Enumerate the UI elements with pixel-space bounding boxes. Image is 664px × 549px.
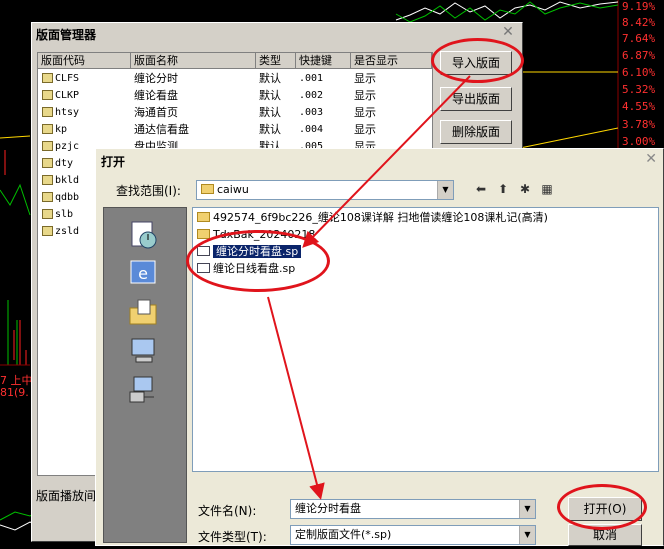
recent-icon[interactable] xyxy=(126,218,160,252)
table-row[interactable]: kp 通达信看盘 默认 .004 显示 xyxy=(38,121,432,138)
table-cell: 缠论看盘 xyxy=(134,89,178,102)
list-item[interactable]: 492574_6f9bc226_缠论108课详解 扫地僧读缠论108课札记(高清… xyxy=(197,210,548,226)
dialog-title: 版面管理器 xyxy=(36,28,97,42)
table-cell: 默认 xyxy=(259,72,281,85)
table-cell: 显示 xyxy=(354,89,376,102)
folder-icon xyxy=(201,184,214,194)
percent-label: 9.19% xyxy=(622,0,656,13)
column-header[interactable]: 类型 xyxy=(256,53,296,69)
table-cell: 显示 xyxy=(354,72,376,85)
column-header[interactable]: 是否显示 xyxy=(351,53,432,69)
dialog-title: 打开 xyxy=(101,155,126,169)
filename-input[interactable]: 缠论分时看盘 ▼ xyxy=(290,499,536,519)
percent-label: 5.32% xyxy=(622,83,656,96)
percent-label: 8.42% xyxy=(622,16,656,29)
chevron-down-icon[interactable]: ▼ xyxy=(519,500,535,518)
table-cell: .001 xyxy=(299,73,324,84)
layout-icon xyxy=(42,158,53,168)
close-icon[interactable]: ✕ xyxy=(645,151,657,167)
table-cell: pzjc xyxy=(55,141,80,152)
table-row[interactable]: CLFS 缠论分时 默认 .001 显示 xyxy=(38,70,432,87)
my-documents-icon[interactable] xyxy=(126,296,160,330)
new-folder-icon[interactable]: ✱ xyxy=(516,181,534,197)
annotation-circle xyxy=(557,484,647,530)
delete-layout-button[interactable]: 删除版面 xyxy=(440,120,512,144)
percent-label: 6.10% xyxy=(622,66,656,79)
filetype-label: 文件类型(T): xyxy=(198,530,267,544)
chart-left-text: 81(9. xyxy=(0,386,29,399)
table-cell: zsld xyxy=(55,226,80,237)
layout-icon xyxy=(42,226,53,236)
table-cell: 默认 xyxy=(259,123,281,136)
table-cell: CLFS xyxy=(55,73,80,84)
percent-label: 7.64% xyxy=(622,32,656,45)
table-cell: 通达信看盘 xyxy=(134,123,189,136)
desktop-icon[interactable]: e xyxy=(126,256,160,290)
layout-icon xyxy=(42,175,53,185)
network-icon[interactable] xyxy=(126,372,160,406)
table-cell: slb xyxy=(55,209,74,220)
table-cell: htsy xyxy=(55,107,80,118)
table-cell: kp xyxy=(55,124,68,135)
chevron-down-icon[interactable]: ▼ xyxy=(437,181,453,199)
table-cell: 海通首页 xyxy=(134,106,178,119)
layout-icon xyxy=(42,192,53,202)
table-cell: 默认 xyxy=(259,89,281,102)
percent-label: 6.87% xyxy=(622,49,656,62)
close-icon[interactable]: ✕ xyxy=(500,25,516,39)
look-in-combo[interactable]: caiwu ▼ xyxy=(196,180,454,200)
svg-text:e: e xyxy=(138,264,148,283)
percent-label: 4.55% xyxy=(622,100,656,113)
layout-icon xyxy=(42,73,53,83)
layout-icon xyxy=(42,124,53,134)
layout-icon xyxy=(42,141,53,151)
filetype-select[interactable]: 定制版面文件(*.sp) ▼ xyxy=(290,525,536,545)
layout-icon xyxy=(42,209,53,219)
percent-label: 3.00% xyxy=(622,135,656,148)
table-cell: .002 xyxy=(299,90,324,101)
table-row[interactable]: CLKP 缠论看盘 默认 .002 显示 xyxy=(38,87,432,104)
layout-playback-label: 版面播放间 xyxy=(36,489,97,503)
table-cell: 显示 xyxy=(354,106,376,119)
table-cell: CLKP xyxy=(55,90,80,101)
table-cell: .003 xyxy=(299,107,324,118)
annotation-circle xyxy=(186,230,330,292)
table-cell: 缠论分时 xyxy=(134,72,178,85)
chevron-down-icon[interactable]: ▼ xyxy=(519,526,535,544)
column-header[interactable]: 快捷键 xyxy=(296,53,351,69)
table-cell: .004 xyxy=(299,124,324,135)
table-cell: dty xyxy=(55,158,74,169)
my-computer-icon[interactable] xyxy=(126,334,160,368)
percent-label: 3.78% xyxy=(622,118,656,131)
look-in-label: 查找范围(I): xyxy=(116,184,181,198)
column-header[interactable]: 版面代码 xyxy=(38,53,131,69)
folder-icon xyxy=(197,212,210,222)
view-menu-icon[interactable]: ▦ xyxy=(538,181,556,197)
annotation-circle xyxy=(431,38,524,83)
filename-label: 文件名(N): xyxy=(198,504,257,518)
table-cell: 默认 xyxy=(259,106,281,119)
layout-icon xyxy=(42,90,53,100)
up-folder-icon[interactable]: ⬆ xyxy=(494,181,512,197)
table-cell: 显示 xyxy=(354,123,376,136)
back-icon[interactable]: ⬅ xyxy=(472,181,490,197)
places-bar: e xyxy=(103,207,187,543)
table-cell: qdbb xyxy=(55,192,80,203)
export-layout-button[interactable]: 导出版面 xyxy=(440,87,512,111)
table-row[interactable]: htsy 海通首页 默认 .003 显示 xyxy=(38,104,432,121)
column-header[interactable]: 版面名称 xyxy=(131,53,256,69)
layout-icon xyxy=(42,107,53,117)
table-cell: bkld xyxy=(55,175,80,186)
